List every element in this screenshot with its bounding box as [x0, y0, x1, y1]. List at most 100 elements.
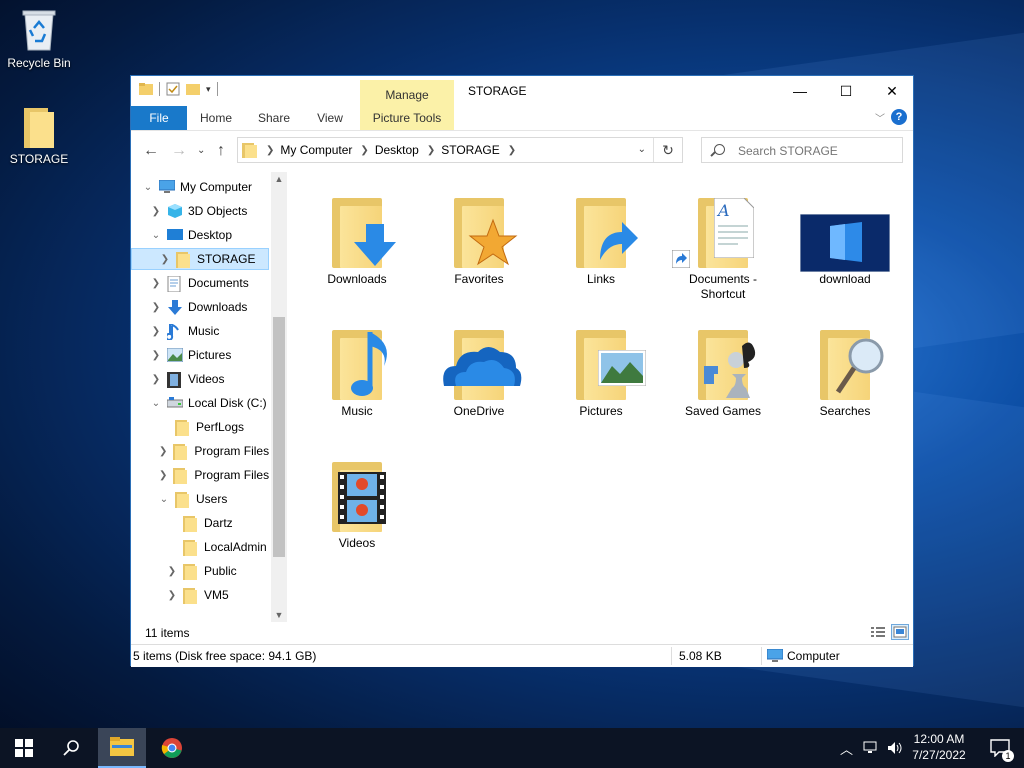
- nav-item[interactable]: ❯ Public: [131, 560, 269, 582]
- expand-chevron-icon[interactable]: ❯: [151, 206, 161, 217]
- recent-locations-icon[interactable]: ⌄: [197, 145, 205, 156]
- content-item[interactable]: Music: [307, 316, 407, 419]
- expand-chevron-icon[interactable]: ⌄: [151, 230, 161, 241]
- maximize-button[interactable]: ☐: [823, 76, 869, 106]
- nav-item[interactable]: ⌄ Local Disk (C:): [131, 392, 269, 414]
- network-icon[interactable]: [863, 741, 879, 755]
- breadcrumb-separator[interactable]: ❯: [508, 145, 516, 156]
- properties-icon[interactable]: [166, 82, 180, 96]
- expand-chevron-icon[interactable]: ⌄: [151, 398, 161, 409]
- up-button[interactable]: ↑: [217, 142, 225, 160]
- nav-item[interactable]: ❯ Documents: [131, 272, 269, 294]
- search-button[interactable]: [48, 728, 96, 768]
- nav-item[interactable]: LocalAdmin: [131, 536, 269, 558]
- nav-item[interactable]: ❯ Program Files (: [131, 464, 276, 486]
- breadcrumb-my-computer[interactable]: My Computer: [280, 143, 352, 157]
- breadcrumb-separator[interactable]: ❯: [266, 145, 274, 156]
- expand-chevron-icon[interactable]: ❯: [151, 302, 161, 313]
- nav-item[interactable]: ❯ 3D Objects: [131, 200, 269, 222]
- expand-chevron-icon[interactable]: ❯: [167, 566, 177, 577]
- nav-item[interactable]: ⌄ My Computer: [131, 176, 269, 198]
- taskbar-clock[interactable]: 12:00 AM 7/27/2022: [905, 731, 973, 763]
- details-view-icon[interactable]: [869, 624, 887, 640]
- expand-chevron-icon[interactable]: ⌄: [159, 494, 169, 505]
- folder-icon: [312, 184, 402, 272]
- nav-item[interactable]: ❯ Music: [131, 320, 269, 342]
- search-box[interactable]: [701, 137, 903, 163]
- expand-chevron-icon[interactable]: ❯: [167, 590, 177, 601]
- expand-chevron-icon[interactable]: ❯: [151, 350, 161, 361]
- nav-item[interactable]: ⌄ Desktop: [131, 224, 269, 246]
- start-button[interactable]: [0, 728, 48, 768]
- content-item[interactable]: Downloads: [307, 184, 407, 287]
- volume-icon[interactable]: [887, 741, 903, 755]
- desktop-storage-folder[interactable]: STORAGE: [1, 108, 77, 166]
- expand-ribbon-icon[interactable]: ﹀: [875, 110, 885, 125]
- content-item[interactable]: Links: [551, 184, 651, 287]
- show-hidden-icons-icon[interactable]: ︿: [840, 739, 853, 758]
- breadcrumb-desktop[interactable]: Desktop: [375, 143, 419, 157]
- action-center-button[interactable]: 1: [976, 728, 1024, 768]
- breadcrumb-storage[interactable]: STORAGE: [441, 143, 499, 157]
- nav-item[interactable]: ❯ Program Files: [131, 440, 269, 462]
- content-item[interactable]: A Documents - Shortcut: [672, 184, 773, 302]
- taskbar-chrome[interactable]: [148, 728, 196, 768]
- nav-item[interactable]: ❯ VM5: [131, 584, 269, 606]
- desktop-recycle-bin[interactable]: Recycle Bin: [1, 8, 77, 70]
- item-label: Favorites: [454, 272, 504, 286]
- folder-icon: [139, 83, 153, 95]
- back-button[interactable]: ←: [143, 142, 159, 160]
- search-input[interactable]: [736, 141, 900, 161]
- content-item[interactable]: OneDrive: [429, 316, 529, 419]
- large-icons-view-icon[interactable]: [891, 624, 909, 640]
- expand-chevron-icon[interactable]: ❯: [151, 374, 161, 385]
- expand-chevron-icon[interactable]: ❯: [159, 446, 167, 457]
- breadcrumb-separator[interactable]: ❯: [360, 145, 368, 156]
- expand-chevron-icon[interactable]: ❯: [159, 470, 167, 481]
- expand-chevron-icon[interactable]: ❯: [151, 326, 161, 337]
- expand-chevron-icon[interactable]: ❯: [160, 254, 170, 265]
- scroll-up-icon[interactable]: ▲: [271, 174, 287, 184]
- tab-view[interactable]: View: [309, 106, 351, 130]
- nav-item[interactable]: Dartz: [131, 512, 269, 534]
- nav-item[interactable]: ❯ Pictures: [131, 344, 269, 366]
- content-item[interactable]: Saved Games: [673, 316, 773, 419]
- nav-item[interactable]: ❯ STORAGE: [131, 248, 269, 270]
- nav-item[interactable]: PerfLogs: [131, 416, 269, 438]
- content-item[interactable]: Searches: [795, 316, 895, 419]
- close-button[interactable]: ✕: [869, 76, 915, 106]
- content-item[interactable]: Pictures: [551, 316, 651, 419]
- nav-item[interactable]: ❯ Videos: [131, 368, 269, 390]
- content-item[interactable]: Favorites: [429, 184, 529, 287]
- taskbar-file-explorer[interactable]: [98, 728, 146, 768]
- customize-quick-access-icon[interactable]: ▾: [206, 84, 211, 95]
- address-dropdown-icon[interactable]: ⌄: [638, 144, 646, 155]
- separator: [216, 82, 218, 96]
- location-zone: Computer: [787, 649, 840, 663]
- breadcrumb-separator[interactable]: ❯: [427, 145, 435, 156]
- nav-item-label: My Computer: [180, 180, 253, 194]
- nav-scrollbar[interactable]: ▲ ▼: [271, 172, 287, 622]
- new-folder-icon[interactable]: [186, 82, 200, 96]
- folder-icon: [173, 444, 189, 460]
- 3d-objects-icon: [167, 204, 183, 218]
- nav-item[interactable]: ⌄ Users: [131, 488, 269, 510]
- tab-picture-tools[interactable]: Picture Tools: [360, 106, 454, 130]
- nav-item[interactable]: ❯ Downloads: [131, 296, 269, 318]
- forward-button[interactable]: →: [171, 142, 187, 160]
- minimize-button[interactable]: —: [777, 76, 823, 106]
- expand-chevron-icon[interactable]: ❯: [151, 278, 161, 289]
- expand-chevron-icon[interactable]: ⌄: [143, 182, 153, 193]
- help-icon[interactable]: ?: [891, 109, 907, 125]
- tab-share[interactable]: Share: [251, 106, 297, 130]
- tab-home[interactable]: Home: [193, 106, 239, 130]
- scroll-thumb[interactable]: [273, 317, 285, 557]
- address-bar[interactable]: ❯ My Computer ❯ Desktop ❯ STORAGE ❯ ⌄ ↻: [237, 137, 683, 163]
- refresh-button[interactable]: ↻: [653, 138, 682, 162]
- content-item[interactable]: Videos: [307, 448, 407, 551]
- recycle-bin-icon: [21, 8, 57, 52]
- tab-file[interactable]: File: [131, 106, 187, 130]
- scroll-down-icon[interactable]: ▼: [271, 610, 287, 620]
- content-item[interactable]: download: [795, 184, 895, 287]
- title-bar[interactable]: ▾ Manage STORAGE — ☐ ✕: [131, 76, 915, 128]
